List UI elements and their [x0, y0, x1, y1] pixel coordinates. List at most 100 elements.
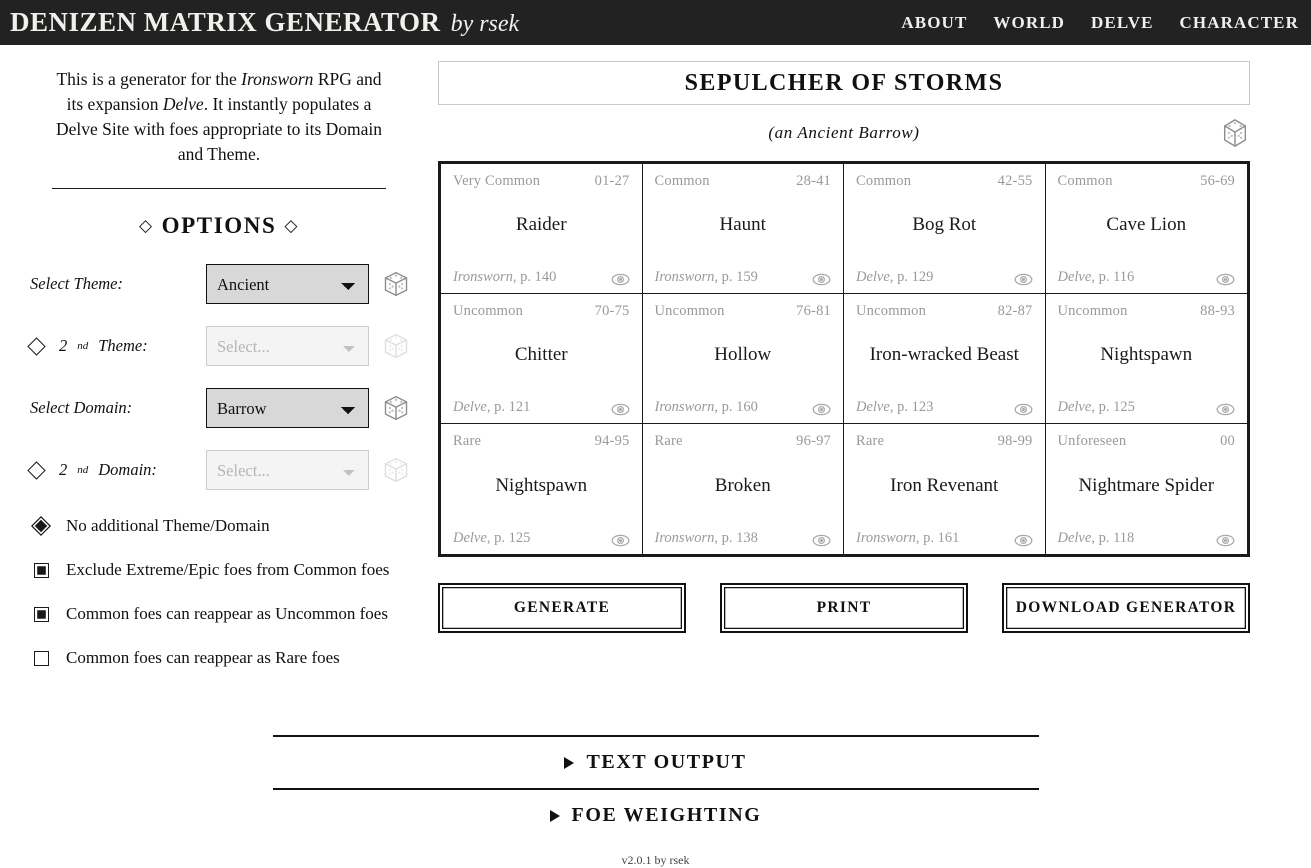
intro-emphasis-ironsworn: Ironsworn	[241, 69, 314, 89]
checkbox-unchecked-icon[interactable]	[34, 650, 49, 666]
matrix-cell-page: , p. 160	[714, 398, 758, 415]
select-domain-label: Select Domain:	[30, 398, 133, 418]
toggle-row-reappear-rare[interactable]: Common foes can reappear as Rare foes	[28, 641, 410, 675]
matrix-cell-header: Uncommon 70-75	[453, 303, 630, 320]
matrix-cell[interactable]: Very Common 01-27 Raider Ironsworn, p. 140	[441, 164, 643, 294]
matrix-cell[interactable]: Rare 96-97 Broken Ironsworn, p. 138	[643, 424, 844, 554]
reroll-site-name-die-icon[interactable]	[1220, 118, 1250, 148]
toggle-row-no-additional[interactable]: No additional Theme/Domain	[28, 509, 410, 543]
nav-link-delve[interactable]: DELVE	[1091, 13, 1154, 33]
matrix-cell[interactable]: Common 56-69 Cave Lion Delve, p. 116	[1045, 164, 1247, 294]
second-theme-prefix: 2	[59, 336, 68, 356]
toggle-label-reappear-uncommon: Common foes can reappear as Uncommon foe…	[66, 604, 388, 624]
matrix-cell-source: Ironsworn, p. 160	[655, 399, 758, 416]
matrix-cell-rank: Very Common	[453, 173, 541, 189]
matrix-cell[interactable]: Rare 98-99 Iron Revenant Ironsworn, p. 161	[844, 424, 1046, 554]
matrix-cell-foe-name: Raider	[515, 214, 567, 236]
accordion-foe-weighting[interactable]: FOE WEIGHTING	[272, 788, 1039, 841]
diamond-right-icon: ◇	[284, 216, 300, 236]
eye-icon[interactable]	[812, 403, 831, 416]
eye-icon[interactable]	[1014, 403, 1033, 416]
matrix-cell-page: , p. 161	[915, 529, 960, 546]
top-navigation-bar: DENIZEN MATRIX GENERATOR by rsek ABOUT W…	[0, 0, 1311, 45]
eye-icon[interactable]	[812, 534, 831, 547]
second-domain-select[interactable]: Select...	[206, 450, 369, 491]
matrix-cell-rank: Uncommon	[856, 303, 927, 319]
matrix-cell-header: Rare 94-95	[453, 433, 630, 450]
matrix-cell-source-book: Delve	[1057, 268, 1092, 285]
matrix-cell[interactable]: Unforeseen 00 Nightmare Spider Delve, p. 11…	[1046, 424, 1248, 554]
matrix-cell-page: , p. 123	[889, 398, 934, 415]
matrix-cell-page: , p. 125	[486, 529, 531, 546]
matrix-cell-source: Ironsworn, p. 138	[655, 530, 758, 547]
matrix-cell-range: 42-55	[997, 173, 1033, 189]
matrix-cell-footer: Delve, p. 125	[453, 530, 630, 547]
matrix-cell[interactable]: Uncommon 82-87 Iron-wracked Beast Delve, p.…	[844, 294, 1046, 424]
reroll-second-theme-die-icon[interactable]	[382, 332, 410, 360]
matrix-cell-range: 70-75	[594, 303, 630, 319]
matrix-cell-source: Delve, p. 116	[1058, 269, 1135, 286]
matrix-cell-header: Unforeseen 00	[1058, 433, 1236, 450]
nav-link-about[interactable]: ABOUT	[901, 13, 967, 33]
page-body: This is a generator for the Ironsworn RP…	[0, 45, 1311, 685]
matrix-cell[interactable]: Rare 94-95 Nightspawn Delve, p. 125	[441, 424, 643, 554]
select-theme-label: Select Theme:	[30, 274, 123, 294]
toggle-row-reappear-uncommon[interactable]: Common foes can reappear as Uncommon foe…	[28, 597, 410, 631]
matrix-cell-foe-name: Hollow	[714, 344, 772, 366]
matrix-cell[interactable]: Common 42-55 Bog Rot Delve, p. 129	[844, 164, 1046, 294]
option-row-second-theme: 2 nd Theme: Select...	[27, 323, 410, 369]
matrix-cell-range: 96-97	[796, 433, 831, 449]
reroll-domain-die-icon[interactable]	[382, 394, 410, 422]
toggle-row-exclude-extreme[interactable]: Exclude Extreme/Epic foes from Common fo…	[28, 553, 410, 587]
matrix-cell-range: 00	[1220, 433, 1235, 449]
print-button[interactable]: PRINT	[720, 583, 968, 633]
eye-icon[interactable]	[1216, 534, 1235, 547]
eye-icon[interactable]	[1014, 273, 1033, 286]
site-subtitle-row: (an Ancient Barrow)	[438, 105, 1250, 161]
radio-diamond-selected-icon[interactable]	[31, 516, 51, 537]
action-buttons: GENERATE PRINT DOWNLOAD GENERATOR	[438, 583, 1250, 633]
nav-link-world[interactable]: WORLD	[993, 13, 1065, 33]
theme-select[interactable]: Ancient	[206, 264, 369, 305]
second-domain-label: Domain:	[98, 460, 157, 480]
download-generator-button[interactable]: DOWNLOAD GENERATOR	[1002, 583, 1250, 633]
second-theme-select[interactable]: Select...	[206, 326, 369, 367]
eye-icon[interactable]	[611, 403, 630, 416]
eye-icon[interactable]	[1216, 273, 1235, 286]
eye-icon[interactable]	[611, 273, 630, 286]
reroll-theme-die-icon[interactable]	[382, 270, 410, 298]
matrix-cell-foe-name: Nightmare Spider	[1078, 474, 1215, 496]
matrix-cell-rank: Uncommon	[654, 303, 725, 319]
matrix-cell-footer: Delve, p. 129	[856, 269, 1033, 286]
matrix-cell-source-book: Delve	[856, 268, 890, 285]
matrix-cell-source-book: Ironsworn	[856, 529, 916, 546]
reroll-second-domain-die-icon[interactable]	[382, 456, 410, 484]
eye-icon[interactable]	[812, 273, 831, 286]
diamond-outline-icon[interactable]	[27, 337, 46, 356]
second-domain-ordinal-suffix: nd	[77, 464, 89, 477]
matrix-cell-page: , p. 121	[486, 398, 531, 415]
checkbox-checked-icon[interactable]	[34, 606, 49, 622]
accordion-text-output[interactable]: TEXT OUTPUT	[272, 735, 1039, 788]
eye-icon[interactable]	[611, 534, 630, 547]
checkbox-checked-icon[interactable]	[34, 562, 49, 578]
matrix-cell-header: Common 28-41	[655, 173, 832, 190]
accordion-sections: TEXT OUTPUT FOE WEIGHTING v2.0.1 by rsek	[272, 735, 1039, 868]
sidebar-divider	[52, 188, 386, 190]
eye-icon[interactable]	[1014, 534, 1033, 547]
matrix-cell-rank: Rare	[654, 433, 683, 449]
diamond-outline-icon[interactable]	[27, 461, 46, 480]
matrix-cell-source-book: Ironsworn	[654, 529, 715, 546]
matrix-cell[interactable]: Uncommon 70-75 Chitter Delve, p. 121	[441, 294, 643, 424]
matrix-cell-rank: Rare	[856, 433, 885, 449]
matrix-cell-footer: Ironsworn, p. 161	[856, 530, 1033, 547]
matrix-cell-source-book: Ironsworn	[453, 268, 513, 285]
generate-button[interactable]: GENERATE	[438, 583, 686, 633]
domain-select[interactable]: Barrow	[206, 388, 369, 429]
eye-icon[interactable]	[1216, 403, 1235, 416]
matrix-cell[interactable]: Uncommon 88-93 Nightspawn Delve, p. 125	[1045, 294, 1247, 424]
matrix-cell[interactable]: Uncommon 76-81 Hollow Ironsworn, p. 160	[642, 294, 844, 424]
second-theme-label: Theme:	[98, 336, 148, 356]
nav-link-character[interactable]: CHARACTER	[1180, 13, 1299, 33]
matrix-cell[interactable]: Common 28-41 Haunt Ironsworn, p. 159	[642, 164, 844, 294]
